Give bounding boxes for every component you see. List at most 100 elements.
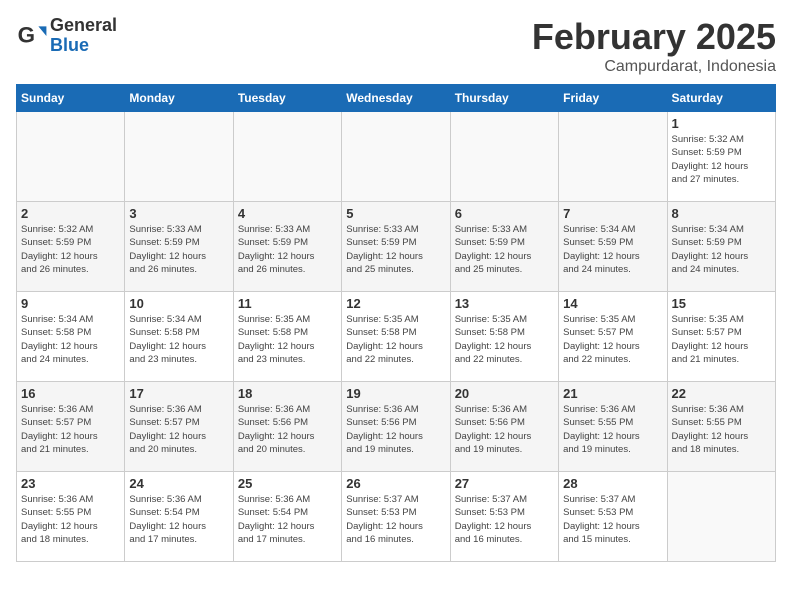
calendar-cell: 5 Sunrise: 5:33 AM Sunset: 5:59 PM Daylig… xyxy=(342,202,450,292)
day-number: 11 xyxy=(238,296,337,311)
logo-general: General xyxy=(50,15,117,35)
calendar-cell xyxy=(17,112,125,202)
day-number: 21 xyxy=(563,386,662,401)
calendar-cell xyxy=(125,112,233,202)
calendar-week-row: 16 Sunrise: 5:36 AM Sunset: 5:57 PM Dayli… xyxy=(17,382,776,472)
day-number: 5 xyxy=(346,206,445,221)
calendar-cell: 2 Sunrise: 5:32 AM Sunset: 5:59 PM Daylig… xyxy=(17,202,125,292)
day-number: 27 xyxy=(455,476,554,491)
calendar-week-row: 23 Sunrise: 5:36 AM Sunset: 5:55 PM Dayli… xyxy=(17,472,776,562)
calendar-cell: 23 Sunrise: 5:36 AM Sunset: 5:55 PM Dayli… xyxy=(17,472,125,562)
calendar-cell: 16 Sunrise: 5:36 AM Sunset: 5:57 PM Dayli… xyxy=(17,382,125,472)
day-number: 1 xyxy=(672,116,771,131)
day-number: 28 xyxy=(563,476,662,491)
page-header: G General Blue February 2025 Campurdarat… xyxy=(16,16,776,76)
day-info: Sunrise: 5:36 AM Sunset: 5:54 PM Dayligh… xyxy=(238,493,337,546)
day-info: Sunrise: 5:35 AM Sunset: 5:58 PM Dayligh… xyxy=(455,313,554,366)
day-info: Sunrise: 5:36 AM Sunset: 5:56 PM Dayligh… xyxy=(238,403,337,456)
day-info: Sunrise: 5:33 AM Sunset: 5:59 PM Dayligh… xyxy=(346,223,445,276)
day-info: Sunrise: 5:36 AM Sunset: 5:54 PM Dayligh… xyxy=(129,493,228,546)
day-info: Sunrise: 5:37 AM Sunset: 5:53 PM Dayligh… xyxy=(455,493,554,546)
calendar-cell: 14Sunrise: 5:35 AM Sunset: 5:57 PM Dayli… xyxy=(559,292,667,382)
day-number: 4 xyxy=(238,206,337,221)
calendar-cell: 12 Sunrise: 5:35 AM Sunset: 5:58 PM Dayli… xyxy=(342,292,450,382)
day-number: 8 xyxy=(672,206,771,221)
calendar-cell: 19Sunrise: 5:36 AM Sunset: 5:56 PM Dayli… xyxy=(342,382,450,472)
calendar-cell: 28 Sunrise: 5:37 AM Sunset: 5:53 PM Dayli… xyxy=(559,472,667,562)
calendar-cell xyxy=(450,112,558,202)
day-number: 20 xyxy=(455,386,554,401)
weekday-header: Tuesday xyxy=(233,85,341,112)
day-info: Sunrise: 5:33 AM Sunset: 5:59 PM Dayligh… xyxy=(455,223,554,276)
day-info: Sunrise: 5:32 AM Sunset: 5:59 PM Dayligh… xyxy=(672,133,771,186)
calendar-cell: 6 Sunrise: 5:33 AM Sunset: 5:59 PM Daylig… xyxy=(450,202,558,292)
day-number: 16 xyxy=(21,386,120,401)
calendar-cell xyxy=(667,472,775,562)
calendar-cell: 25 Sunrise: 5:36 AM Sunset: 5:54 PM Dayli… xyxy=(233,472,341,562)
day-number: 25 xyxy=(238,476,337,491)
day-number: 7 xyxy=(563,206,662,221)
location: Campurdarat, Indonesia xyxy=(532,58,776,76)
day-info: Sunrise: 5:34 AM Sunset: 5:59 PM Dayligh… xyxy=(672,223,771,276)
logo: G General Blue xyxy=(16,16,117,56)
day-info: Sunrise: 5:36 AM Sunset: 5:57 PM Dayligh… xyxy=(21,403,120,456)
calendar-cell: 15 Sunrise: 5:35 AM Sunset: 5:57 PM Dayli… xyxy=(667,292,775,382)
logo-blue: Blue xyxy=(50,35,89,55)
weekday-header: Thursday xyxy=(450,85,558,112)
day-number: 10 xyxy=(129,296,228,311)
weekday-header-row: SundayMondayTuesdayWednesdayThursdayFrid… xyxy=(17,85,776,112)
day-number: 17 xyxy=(129,386,228,401)
calendar-cell: 18Sunrise: 5:36 AM Sunset: 5:56 PM Dayli… xyxy=(233,382,341,472)
day-info: Sunrise: 5:33 AM Sunset: 5:59 PM Dayligh… xyxy=(238,223,337,276)
calendar-cell: 7 Sunrise: 5:34 AM Sunset: 5:59 PM Daylig… xyxy=(559,202,667,292)
calendar-cell: 9 Sunrise: 5:34 AM Sunset: 5:58 PM Daylig… xyxy=(17,292,125,382)
calendar-cell: 13 Sunrise: 5:35 AM Sunset: 5:58 PM Dayli… xyxy=(450,292,558,382)
day-info: Sunrise: 5:35 AM Sunset: 5:58 PM Dayligh… xyxy=(346,313,445,366)
svg-text:G: G xyxy=(18,22,35,47)
day-number: 9 xyxy=(21,296,120,311)
day-info: Sunrise: 5:36 AM Sunset: 5:55 PM Dayligh… xyxy=(21,493,120,546)
calendar-cell: 8 Sunrise: 5:34 AM Sunset: 5:59 PM Daylig… xyxy=(667,202,775,292)
day-number: 23 xyxy=(21,476,120,491)
logo-icon: G xyxy=(16,20,48,52)
weekday-header: Saturday xyxy=(667,85,775,112)
day-info: Sunrise: 5:37 AM Sunset: 5:53 PM Dayligh… xyxy=(563,493,662,546)
day-info: Sunrise: 5:34 AM Sunset: 5:58 PM Dayligh… xyxy=(129,313,228,366)
day-number: 12 xyxy=(346,296,445,311)
calendar-cell: 27 Sunrise: 5:37 AM Sunset: 5:53 PM Dayli… xyxy=(450,472,558,562)
calendar-cell xyxy=(342,112,450,202)
calendar-cell: 22 Sunrise: 5:36 AM Sunset: 5:55 PM Dayli… xyxy=(667,382,775,472)
calendar-cell: 21 Sunrise: 5:36 AM Sunset: 5:55 PM Dayli… xyxy=(559,382,667,472)
calendar-cell: 1 Sunrise: 5:32 AM Sunset: 5:59 PM Daylig… xyxy=(667,112,775,202)
weekday-header: Friday xyxy=(559,85,667,112)
weekday-header: Sunday xyxy=(17,85,125,112)
day-number: 15 xyxy=(672,296,771,311)
day-number: 24 xyxy=(129,476,228,491)
calendar-cell xyxy=(233,112,341,202)
day-info: Sunrise: 5:35 AM Sunset: 5:57 PM Dayligh… xyxy=(672,313,771,366)
day-number: 6 xyxy=(455,206,554,221)
day-info: Sunrise: 5:34 AM Sunset: 5:58 PM Dayligh… xyxy=(21,313,120,366)
day-info: Sunrise: 5:36 AM Sunset: 5:55 PM Dayligh… xyxy=(563,403,662,456)
day-info: Sunrise: 5:32 AM Sunset: 5:59 PM Dayligh… xyxy=(21,223,120,276)
calendar-cell: 11Sunrise: 5:35 AM Sunset: 5:58 PM Dayli… xyxy=(233,292,341,382)
day-number: 13 xyxy=(455,296,554,311)
day-info: Sunrise: 5:37 AM Sunset: 5:53 PM Dayligh… xyxy=(346,493,445,546)
day-number: 3 xyxy=(129,206,228,221)
calendar-cell: 4 Sunrise: 5:33 AM Sunset: 5:59 PM Daylig… xyxy=(233,202,341,292)
calendar-cell: 17 Sunrise: 5:36 AM Sunset: 5:57 PM Dayli… xyxy=(125,382,233,472)
day-number: 19 xyxy=(346,386,445,401)
day-info: Sunrise: 5:34 AM Sunset: 5:59 PM Dayligh… xyxy=(563,223,662,276)
calendar-cell: 26 Sunrise: 5:37 AM Sunset: 5:53 PM Dayli… xyxy=(342,472,450,562)
day-number: 2 xyxy=(21,206,120,221)
month-year: February 2025 xyxy=(532,16,776,58)
calendar-cell: 3Sunrise: 5:33 AM Sunset: 5:59 PM Daylig… xyxy=(125,202,233,292)
day-info: Sunrise: 5:36 AM Sunset: 5:55 PM Dayligh… xyxy=(672,403,771,456)
weekday-header: Monday xyxy=(125,85,233,112)
day-number: 22 xyxy=(672,386,771,401)
weekday-header: Wednesday xyxy=(342,85,450,112)
calendar-week-row: 9 Sunrise: 5:34 AM Sunset: 5:58 PM Daylig… xyxy=(17,292,776,382)
day-number: 26 xyxy=(346,476,445,491)
day-info: Sunrise: 5:36 AM Sunset: 5:57 PM Dayligh… xyxy=(129,403,228,456)
day-info: Sunrise: 5:35 AM Sunset: 5:57 PM Dayligh… xyxy=(563,313,662,366)
